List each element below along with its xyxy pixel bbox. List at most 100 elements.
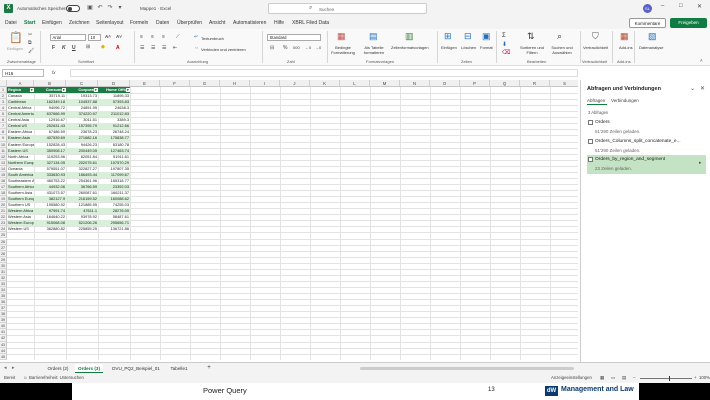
align-top-icon[interactable]: ≡: [140, 34, 143, 40]
minimize-icon[interactable]: –: [661, 3, 664, 9]
column-header[interactable]: P: [460, 80, 490, 87]
percent-icon[interactable]: %: [283, 45, 287, 51]
tab-hilfe[interactable]: Hilfe: [274, 20, 284, 26]
align-center-icon[interactable]: ☰: [151, 45, 155, 51]
conditional-formatting-icon[interactable]: ▦: [337, 31, 346, 42]
table-cell-value[interactable]: 136721.86: [98, 226, 130, 232]
tab-queries[interactable]: Abfragen: [587, 98, 605, 103]
accessibility-status[interactable]: Barrierefreiheit: Untersuchen: [29, 375, 84, 380]
sheet-tab[interactable]: Tabelle1: [167, 364, 191, 373]
column-header[interactable]: M: [370, 80, 400, 87]
filter-dropdown-icon[interactable]: ▾: [94, 87, 98, 93]
wrap-text-label[interactable]: Textumbruch: [201, 36, 224, 41]
insert-cells-label[interactable]: Einfügen: [441, 45, 457, 50]
filter-dropdown-icon[interactable]: ▾: [30, 87, 34, 93]
indent-icon[interactable]: ⇤: [173, 45, 177, 51]
wrap-text-icon[interactable]: ↵: [194, 34, 198, 40]
tab-ueberpruefen[interactable]: Überprüfen: [177, 20, 202, 26]
column-header[interactable]: J: [280, 80, 310, 87]
font-color-icon[interactable]: A: [116, 45, 120, 51]
accessibility-icon[interactable]: ☺: [23, 375, 27, 380]
pane-options-icon[interactable]: ⌄: [690, 85, 695, 92]
column-header[interactable]: N: [400, 80, 430, 87]
zoom-slider-thumb[interactable]: [668, 376, 671, 381]
worksheet-grid[interactable]: ABCDEFGHIJKLMNOPQRS 1 2 3 4 5 6 7 8 9 10 11 12 13 14 1…: [0, 80, 578, 360]
column-header[interactable]: H: [220, 80, 250, 87]
query-item[interactable]: Orders_Columns_split_concatenate_e... 51…: [587, 137, 706, 156]
customize-toolbar-icon[interactable]: ▾: [116, 4, 124, 12]
tab-datei[interactable]: Datei: [5, 20, 17, 26]
sort-filter-icon[interactable]: ⇅: [527, 31, 535, 42]
align-right-icon[interactable]: ☰: [162, 45, 166, 51]
normal-view-icon[interactable]: ▦: [600, 375, 604, 381]
add-sheet-button[interactable]: +: [204, 364, 214, 373]
font-name-select[interactable]: Arial: [50, 34, 86, 41]
tab-einfuegen[interactable]: Einfügen: [42, 20, 62, 26]
tab-seitenlayout[interactable]: Seitenlayout: [96, 20, 124, 26]
insert-function-icon[interactable]: fx: [52, 70, 56, 75]
name-box[interactable]: H16: [2, 69, 44, 77]
zoom-slider[interactable]: [640, 378, 692, 379]
find-select-icon[interactable]: ⌕: [557, 31, 562, 42]
sheet-tab[interactable]: DVU_PQ2_Beispiel_01: [108, 364, 164, 373]
column-header[interactable]: B: [34, 80, 66, 87]
paste-icon[interactable]: 📋: [9, 31, 23, 44]
select-all-corner[interactable]: [0, 80, 7, 87]
next-sheet-icon[interactable]: ▸: [12, 365, 15, 371]
comments-button[interactable]: Kommentare: [629, 18, 666, 28]
column-header[interactable]: K: [310, 80, 340, 87]
avatar[interactable]: SL: [643, 4, 652, 13]
fill-color-icon[interactable]: ◆: [101, 44, 105, 50]
filter-dropdown-icon[interactable]: ▾: [126, 87, 130, 93]
merge-center-icon[interactable]: ⇔: [194, 45, 199, 51]
format-cells-label[interactable]: Format: [480, 45, 493, 50]
maximize-icon[interactable]: □: [679, 3, 683, 9]
collapse-ribbon-icon[interactable]: ˄: [700, 58, 703, 63]
tab-formeln[interactable]: Formeln: [130, 20, 148, 26]
sort-filter-label[interactable]: Sortieren und Filtern: [517, 45, 547, 55]
column-header[interactable]: E: [130, 80, 160, 87]
delete-cells-icon[interactable]: ⊟: [464, 31, 472, 42]
align-left-icon[interactable]: ☰: [140, 45, 144, 51]
format-as-table-icon[interactable]: ▤: [369, 31, 378, 42]
cell-styles-label[interactable]: Zellenformatvorlagen: [391, 45, 429, 50]
column-header[interactable]: S: [550, 80, 578, 87]
merge-center-label[interactable]: Verbinden und zentrieren: [201, 47, 246, 52]
column-header[interactable]: F: [160, 80, 190, 87]
orientation-icon[interactable]: ⟋: [176, 34, 180, 40]
table-cell-value[interactable]: 362880.82: [34, 226, 66, 232]
autosum-icon[interactable]: Σ: [502, 33, 506, 39]
cell-styles-icon[interactable]: ▥: [405, 31, 414, 42]
column-header[interactable]: Q: [490, 80, 520, 87]
query-item-selected[interactable]: Orders_by_region_and_segment 23 Zeilen g…: [587, 155, 706, 174]
column-header[interactable]: C: [66, 80, 98, 87]
tab-automatisieren[interactable]: Automatisieren: [233, 20, 266, 26]
undo-icon[interactable]: ↶: [96, 4, 104, 12]
save-icon[interactable]: ▣: [86, 4, 94, 12]
delete-cells-label[interactable]: Löschen: [461, 45, 476, 50]
redo-icon[interactable]: ↷: [106, 4, 114, 12]
format-as-table-label[interactable]: Als Tabelle formatieren: [360, 45, 388, 55]
table-cell-value[interactable]: 225855.25: [66, 226, 98, 232]
copy-icon[interactable]: ⧉: [28, 40, 32, 46]
format-cells-icon[interactable]: ▣: [482, 31, 491, 42]
close-icon[interactable]: ✕: [697, 3, 702, 10]
column-header[interactable]: I: [250, 80, 280, 87]
column-header[interactable]: R: [520, 80, 550, 87]
tab-xbrl[interactable]: XBRL Filed Data: [292, 20, 329, 26]
italic-icon[interactable]: K: [62, 45, 66, 51]
page-layout-icon[interactable]: ▭: [611, 375, 615, 381]
column-header[interactable]: D: [98, 80, 130, 87]
formula-input[interactable]: [70, 69, 578, 77]
data-analysis-icon[interactable]: ▧: [648, 31, 657, 42]
query-item[interactable]: Orders 51'290 Zeilen geladen.: [587, 118, 706, 137]
tab-ansicht[interactable]: Ansicht: [209, 20, 225, 26]
filter-dropdown-icon[interactable]: ▾: [62, 87, 66, 93]
comma-style-icon[interactable]: 000: [293, 45, 300, 50]
grow-font-icon[interactable]: A˄: [105, 34, 111, 39]
tab-connections[interactable]: Verbindungen: [611, 98, 639, 103]
column-header[interactable]: O: [430, 80, 460, 87]
clear-icon[interactable]: ⌫: [502, 49, 510, 56]
cut-icon[interactable]: ✂: [28, 32, 32, 38]
table-cell-region[interactable]: Western US: [7, 226, 34, 232]
